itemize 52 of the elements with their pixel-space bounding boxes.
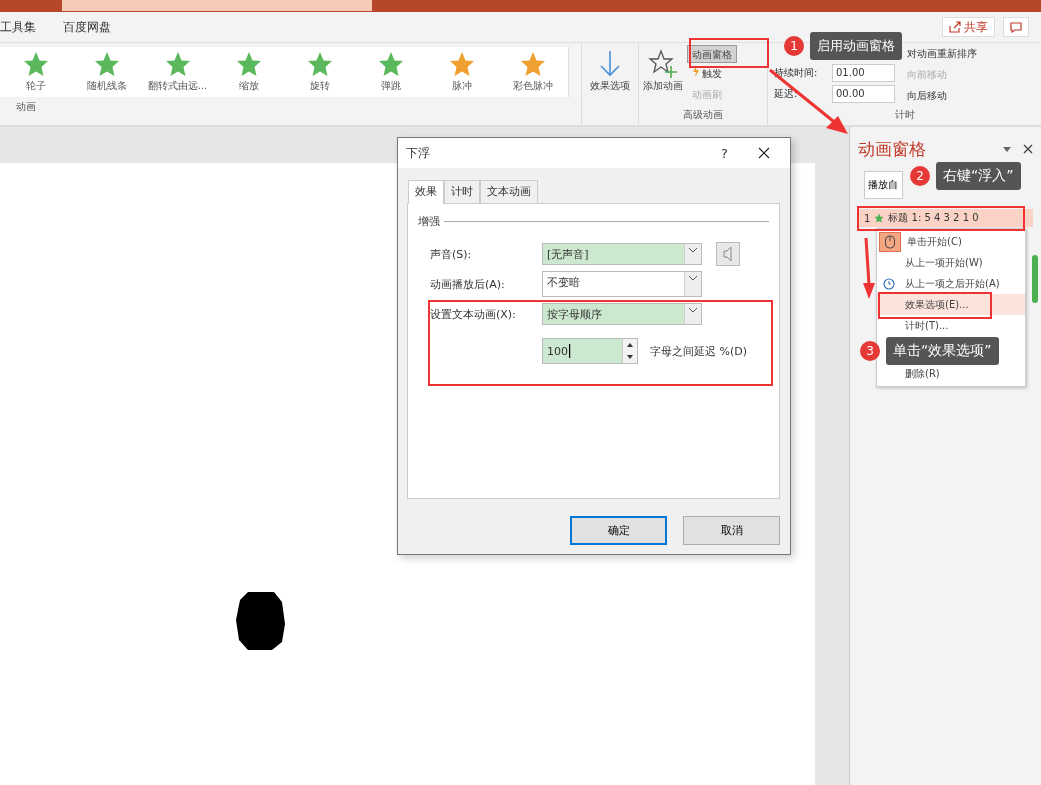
delay-label: 字母之间延迟 %(D) xyxy=(650,343,747,359)
menu-item[interactable]: 效果选项(E)... xyxy=(877,294,1025,315)
menu-item[interactable]: 计时(T)... xyxy=(877,315,1025,336)
help-button[interactable]: ? xyxy=(721,145,728,161)
animation-style-item[interactable]: 旋转 xyxy=(284,47,355,97)
animation-style-item[interactable]: 轮子 xyxy=(0,47,71,97)
trigger-button[interactable]: 触发 xyxy=(687,64,737,84)
sound-label: 声音(S): xyxy=(429,246,473,262)
animation-style-item[interactable]: 彩色脉冲 xyxy=(497,47,568,97)
group-label: 增强 xyxy=(418,214,440,229)
reorder-label: 对动画重新排序 xyxy=(907,47,977,61)
callout-tooltip: 启用动画窗格 xyxy=(810,32,902,60)
animation-pane-button[interactable]: 动画窗格 xyxy=(687,45,737,63)
menu-item[interactable]: 删除(R) xyxy=(877,363,1025,384)
after-animation-label: 动画播放后(A): xyxy=(429,276,506,292)
animation-style-item[interactable]: 缩放 xyxy=(213,47,284,97)
move-later-button[interactable]: 向后移动 xyxy=(907,87,977,105)
after-animation-dropdown[interactable]: 不变暗 xyxy=(542,271,702,297)
animate-text-label: 设置文本动画(X): xyxy=(429,306,517,322)
spinbox-value: 100 xyxy=(547,344,568,358)
ribbon-tab[interactable]: 工具集 xyxy=(0,18,49,36)
animation-style-item[interactable]: 翻转式由远... xyxy=(142,47,213,97)
animation-list-item[interactable]: 1 标题 1: 5 4 3 2 1 0 xyxy=(858,209,1033,227)
delay-label: 延迟: xyxy=(774,87,799,101)
group-label: 高级动画 xyxy=(682,108,724,122)
dialog-button[interactable]: 确定 xyxy=(570,516,667,545)
animation-style-item[interactable]: 弹跳 xyxy=(355,47,426,97)
dialog-title: 下浮 xyxy=(406,144,430,162)
callout-tooltip: 右键“浮入” xyxy=(936,162,1021,190)
menu-item[interactable]: 单击开始(C) xyxy=(877,231,1025,252)
pane-title: 动画窗格 xyxy=(858,137,926,161)
dialog-button[interactable]: 取消 xyxy=(683,516,780,545)
menu-item[interactable]: 从上一项开始(W) xyxy=(877,252,1025,273)
duration-field[interactable]: 01.00 xyxy=(832,64,895,82)
dialog-tab[interactable]: 效果 xyxy=(408,180,444,204)
menu-item[interactable]: 从上一项之后开始(A) xyxy=(877,273,1025,294)
effect-options-button[interactable]: 效果选项 xyxy=(582,43,639,125)
share-button[interactable]: 共享 xyxy=(942,17,995,37)
group-label: 动画 xyxy=(15,100,37,114)
play-from-button[interactable]: 播放自 xyxy=(864,171,903,199)
ribbon-tab[interactable]: 百度网盘 xyxy=(63,18,124,36)
animation-style-item[interactable]: 随机线条 xyxy=(71,47,142,97)
sound-dropdown[interactable]: [无声音] xyxy=(542,243,702,265)
delay-spinbox[interactable]: 100 xyxy=(542,338,638,364)
dialog-tab[interactable]: 文本动画 xyxy=(480,180,538,203)
callout-tooltip: 单击“效果选项” xyxy=(886,337,999,365)
add-animation-button[interactable]: 添加动画 xyxy=(639,43,687,105)
animate-text-dropdown[interactable]: 按字母顺序 xyxy=(542,303,702,325)
group-label: 计时 xyxy=(893,108,916,122)
dialog-tab[interactable]: 计时 xyxy=(444,180,480,203)
delay-field[interactable]: 00.00 xyxy=(832,85,895,103)
animation-style-item[interactable]: 脉冲 xyxy=(426,47,497,97)
